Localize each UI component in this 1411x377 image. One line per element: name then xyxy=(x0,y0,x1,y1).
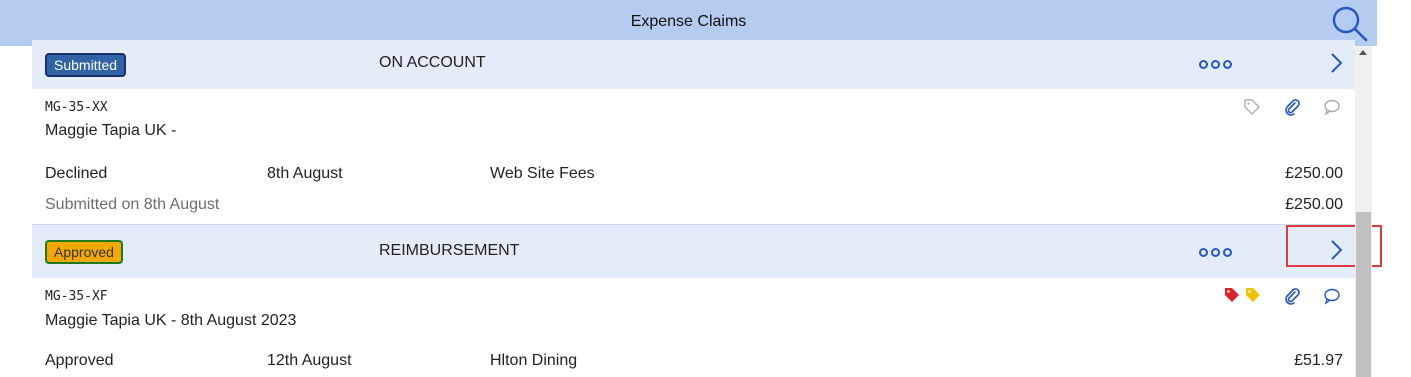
claim-header-row[interactable] xyxy=(32,224,1355,278)
claim-reference: MG-35-XX xyxy=(45,100,108,115)
scrollbar-thumb[interactable] xyxy=(1356,212,1371,377)
chevron-right-icon[interactable] xyxy=(1324,238,1348,262)
paperclip-icon[interactable] xyxy=(1283,287,1301,305)
paperclip-icon[interactable] xyxy=(1283,98,1301,116)
page-title: Expense Claims xyxy=(630,13,747,30)
line-date: 8th August xyxy=(267,165,343,182)
line-amount: £51.97 xyxy=(1294,352,1343,369)
claimant-name: Maggie Tapia UK - 8th August 2023 xyxy=(45,312,297,329)
chevron-right-icon[interactable] xyxy=(1324,51,1348,75)
status-badge: Submitted xyxy=(45,53,127,77)
claim-type: REIMBURSEMENT xyxy=(379,242,520,259)
more-options-icon[interactable] xyxy=(1199,60,1232,69)
tag-red-icon[interactable] xyxy=(1223,286,1241,304)
submitted-text: Submitted on 8th August xyxy=(45,196,220,213)
line-status: Approved xyxy=(45,352,114,369)
tag-yellow-icon[interactable] xyxy=(1244,286,1262,304)
comment-icon[interactable] xyxy=(1323,287,1341,305)
scroll-up-icon[interactable] xyxy=(1359,50,1367,55)
claimant-name: Maggie Tapia UK - xyxy=(45,122,177,139)
claim-reference: MG-35-XF xyxy=(45,289,108,304)
line-amount: £250.00 xyxy=(1285,165,1343,182)
line-date: 12th August xyxy=(267,352,352,369)
line-status: Declined xyxy=(45,165,108,182)
claim-type: ON ACCOUNT xyxy=(379,54,486,71)
claim-header-row[interactable] xyxy=(32,40,1355,89)
comment-icon[interactable] xyxy=(1323,98,1341,116)
claim-total: £250.00 xyxy=(1285,196,1343,213)
line-description: Web Site Fees xyxy=(490,165,595,182)
search-icon[interactable] xyxy=(1330,3,1370,43)
more-options-icon[interactable] xyxy=(1199,248,1232,257)
line-description: Hlton Dining xyxy=(490,352,578,369)
status-badge: Approved xyxy=(45,240,123,264)
tag-outline-icon[interactable] xyxy=(1243,98,1261,116)
